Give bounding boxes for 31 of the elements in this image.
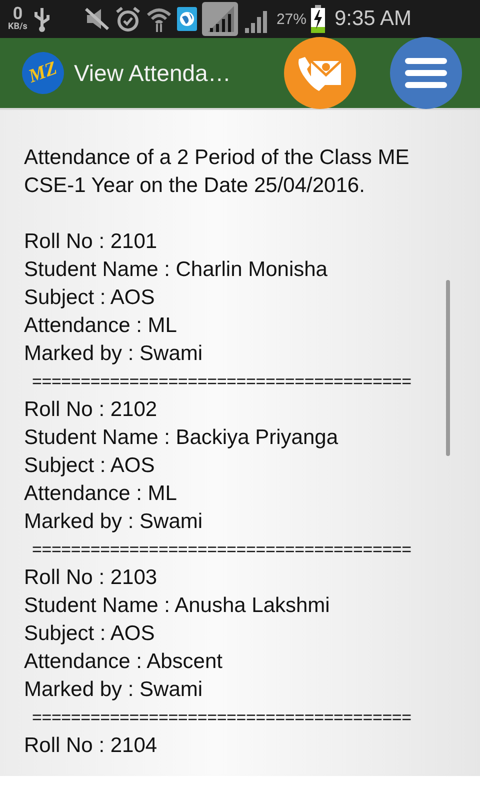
clock-time: 9:35 AM (334, 7, 412, 31)
battery-percentage: 27% (276, 10, 306, 28)
network-speed-unit: KB/s (8, 23, 28, 32)
record-line: Roll No : 2104 (24, 733, 158, 759)
record-line: Subject : AOS (24, 453, 156, 479)
mute-icon (84, 7, 110, 31)
record-line: Marked by : Swami (24, 677, 204, 703)
alarm-icon (115, 6, 142, 32)
record-line: Attendance : Abscent (24, 649, 224, 675)
separator-line: ======================================= (31, 539, 412, 561)
network-speed-value: 0 (12, 6, 23, 23)
record-line: Student Name : Charlin Monisha (24, 257, 328, 283)
record-line: Marked by : Swami (24, 509, 204, 535)
attendance-summary: Attendance of a 2 Period of the Class ME CSE-1 Year on the Date 25/04/2016. (24, 145, 410, 199)
wifi-icon (146, 6, 172, 32)
record-line: Attendance : ML (24, 481, 178, 507)
record-line: Attendance : ML (24, 313, 178, 339)
record-line: Roll No : 2103 (24, 565, 158, 591)
separator-line: ======================================= (31, 371, 412, 393)
record-line: Marked by : Swami (24, 341, 204, 367)
separator-line: ======================================= (31, 707, 412, 729)
usb-icon (32, 6, 52, 32)
record-line: Subject : AOS (24, 621, 156, 647)
menu-icon (404, 57, 448, 89)
record-line: Roll No : 2101 (24, 229, 158, 255)
record-line: Roll No : 2102 (24, 397, 158, 423)
screen-title: View Attenda… (74, 60, 231, 86)
record-line: Student Name : Anusha Lakshmi (24, 593, 331, 619)
record-line: Student Name : Backiya Priyanga (24, 425, 339, 451)
record-line: Subject : AOS (24, 285, 156, 311)
battery-charging-icon (311, 5, 326, 33)
